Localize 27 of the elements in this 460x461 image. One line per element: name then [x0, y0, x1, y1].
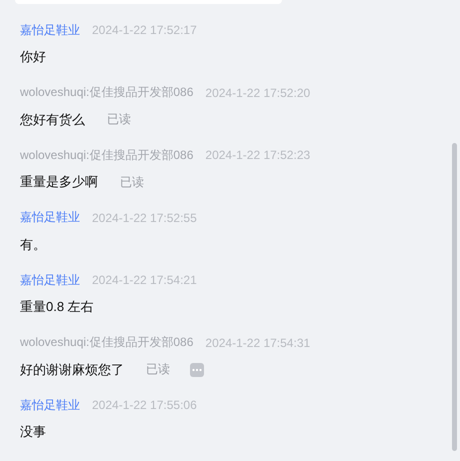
sender-name: woloveshuqi:促佳搜品开发部086 [20, 334, 194, 351]
message-text: 你好 [20, 48, 46, 66]
read-status: 已读 [146, 361, 170, 378]
scrollbar[interactable] [452, 143, 457, 451]
sender-name: woloveshuqi:促佳搜品开发部086 [20, 84, 194, 101]
message-time: 2024-1-22 17:54:31 [205, 336, 310, 350]
message-text: 有。 [20, 236, 46, 254]
read-status: 已读 [120, 174, 144, 190]
more-icon [192, 368, 202, 372]
message-time: 2024-1-22 17:54:21 [92, 273, 197, 287]
message-text: 重量是多少啊 [20, 173, 98, 191]
message-text: 您好有货么 [20, 110, 85, 128]
sender-name[interactable]: 嘉怡足鞋业 [20, 22, 80, 38]
sender-name[interactable]: 嘉怡足鞋业 [20, 272, 80, 288]
message-text: 没事 [20, 423, 46, 441]
message-text: 重量0.8 左右 [20, 298, 94, 316]
message-time: 2024-1-22 17:52:20 [205, 86, 310, 100]
message-text: 好的谢谢麻烦您了 [20, 360, 124, 378]
sender-name[interactable]: 嘉怡足鞋业 [20, 396, 80, 414]
message-time: 2024-1-22 17:55:06 [92, 398, 197, 412]
message-time: 2024-1-22 17:52:17 [92, 23, 197, 37]
sender-name: woloveshuqi:促佳搜品开发部086 [20, 146, 194, 164]
sender-name[interactable]: 嘉怡足鞋业 [20, 209, 80, 226]
message-time: 2024-1-22 17:52:55 [92, 210, 197, 224]
read-status: 已读 [107, 111, 131, 128]
more-button[interactable] [190, 362, 204, 376]
message-time: 2024-1-22 17:52:23 [205, 148, 310, 162]
